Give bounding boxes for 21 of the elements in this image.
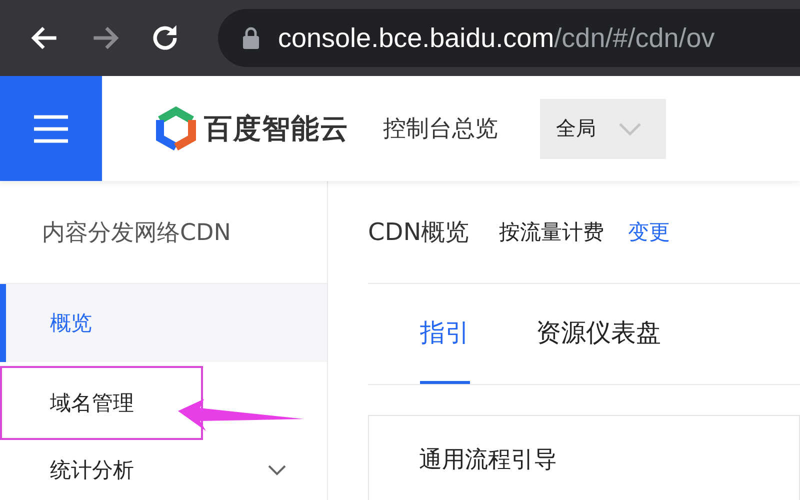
brand-name: 百度智能云	[204, 110, 349, 146]
lock-icon	[242, 27, 260, 49]
url-path: /cdn/#/cdn/ov	[554, 22, 715, 52]
card-title: 通用流程引导	[419, 446, 558, 475]
menu-button[interactable]	[0, 76, 102, 181]
chevron-down-icon	[267, 464, 287, 476]
address-bar[interactable]: console.bce.baidu.com/cdn/#/cdn/ov	[218, 9, 800, 67]
change-link[interactable]: 变更	[628, 218, 670, 246]
console-overview-link[interactable]: 控制台总览	[383, 113, 498, 144]
url-host: console.bce.baidu.com	[278, 22, 554, 52]
sidebar-item[interactable]: 概览	[0, 284, 327, 362]
tab[interactable]: 资源仪表盘	[536, 284, 661, 384]
sidebar-item[interactable]: 域名管理	[0, 366, 203, 440]
chevron-down-icon	[618, 122, 642, 136]
tab[interactable]: 指引	[420, 284, 470, 384]
logo-icon	[154, 106, 198, 152]
page-title: CDN概览	[368, 217, 470, 248]
menu-icon	[34, 114, 68, 144]
sidebar-item[interactable]: 统计分析	[0, 440, 327, 500]
billing-mode: 按流量计费	[499, 219, 604, 246]
region-dropdown[interactable]: 全局	[540, 98, 666, 158]
